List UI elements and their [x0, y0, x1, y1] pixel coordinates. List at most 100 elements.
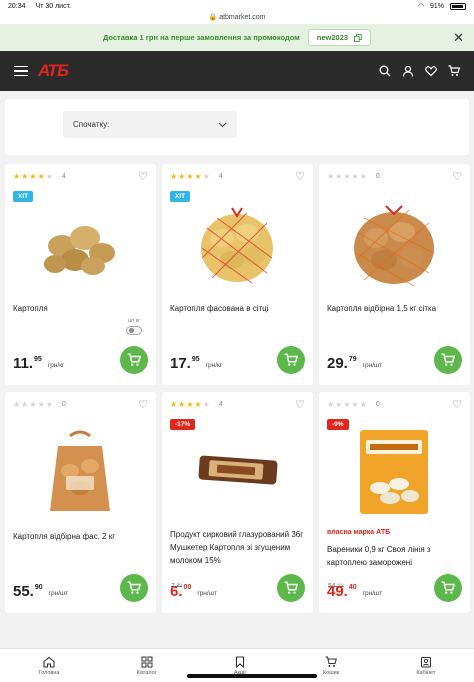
product-name[interactable]: Картопля відбірна фас. 2 кг	[13, 530, 148, 543]
cart-icon	[441, 353, 455, 366]
unit-switch[interactable]	[126, 326, 142, 335]
menu-icon[interactable]	[14, 65, 28, 77]
price-unit: грн/шт	[362, 362, 383, 369]
nav-cart[interactable]: Кошик	[323, 655, 340, 676]
cart-icon	[441, 581, 455, 594]
user-icon[interactable]	[402, 65, 414, 77]
heart-icon[interactable]: ♡	[138, 398, 148, 411]
heart-icon[interactable]: ♡	[452, 398, 462, 411]
search-icon[interactable]	[379, 65, 391, 77]
heart-icon[interactable]: ♡	[138, 170, 148, 183]
site-header: АТБ	[0, 51, 474, 91]
add-to-cart-button[interactable]	[277, 346, 305, 374]
price: 6. 00 грн/шт	[170, 583, 217, 600]
promo-text: Доставка 1 грн на перше замовлення за пр…	[102, 33, 300, 42]
product-grid: ★ ★ ★ ★ ★ 4 ♡ ХІТ Картопля шт кг 11. 95 грн/…	[5, 164, 470, 613]
price-main: 11.	[13, 355, 34, 372]
unit-toggle-right: кг	[135, 318, 140, 324]
home-icon	[43, 656, 55, 668]
product-card[interactable]: ★ ★ ★ ★ ★ 4 ♡ ХІТ Картопля шт кг 11. 95 грн/…	[5, 164, 156, 385]
heart-icon[interactable]: ♡	[295, 170, 305, 183]
price-unit: грн/кг	[205, 362, 223, 369]
nav-label: Кабінет	[416, 669, 436, 676]
price-cents: 40	[348, 584, 357, 591]
rating-stars: ★ ★ ★ ★ ★ 4	[13, 172, 66, 181]
cart-icon	[127, 581, 141, 594]
product-image[interactable]	[30, 426, 130, 516]
add-to-cart-button[interactable]	[120, 346, 148, 374]
cart-icon	[284, 353, 298, 366]
price-cents: 95	[34, 356, 42, 363]
product-image[interactable]	[187, 198, 287, 288]
sort-dropdown[interactable]: Спочатку:	[63, 111, 237, 138]
promo-code-button[interactable]: new2023	[307, 29, 372, 46]
price-main: 17.	[170, 355, 191, 372]
product-card[interactable]: ★ ★ ★ ★ ★ 0 ♡ -9% власна марка АТБ Вареники …	[319, 392, 470, 613]
rating-stars: ★ ★ ★ ★ ★ 0	[327, 172, 380, 181]
price-main: 29.	[327, 355, 348, 372]
logo[interactable]: АТБ	[38, 61, 69, 81]
nav-label: Кошик	[323, 669, 340, 676]
promo-banner: Доставка 1 грн на перше замовлення за пр…	[0, 24, 474, 51]
close-icon[interactable]: ✕	[453, 30, 464, 46]
product-name[interactable]: Продукт сирковий глазурований 36г Мушкет…	[170, 528, 305, 567]
review-count: 4	[218, 173, 223, 180]
add-to-cart-button[interactable]	[434, 346, 462, 374]
price: 11. 95 грн/кг	[13, 355, 64, 372]
product-card[interactable]: ★ ★ ★ ★ ★ 4 ♡ ХІТ Картопля фасована в сітці …	[162, 164, 313, 385]
review-count: 0	[375, 401, 380, 408]
promo-code: new2023	[316, 33, 349, 42]
heart-icon[interactable]	[425, 65, 437, 77]
nav-catalog[interactable]: Каталог	[137, 656, 157, 676]
heart-icon[interactable]: ♡	[452, 170, 462, 183]
price-unit: грн/шт	[48, 590, 69, 597]
profile-icon	[420, 656, 431, 668]
price-main: 6.	[170, 583, 183, 600]
cart-icon[interactable]	[448, 65, 460, 77]
product-name[interactable]: Вареники 0,9 кг Своя лінія з картоплею з…	[327, 543, 462, 569]
bookmark-icon	[235, 655, 244, 668]
nav-home[interactable]: Головна	[38, 656, 60, 676]
review-count: 4	[61, 173, 66, 180]
rating-stars: ★ ★ ★ ★ ★ 0	[13, 400, 66, 409]
product-image[interactable]	[187, 426, 287, 516]
price-unit: грн/шт	[362, 590, 383, 597]
battery-percent: 91%	[429, 2, 444, 10]
review-count: 0	[61, 401, 66, 408]
product-card[interactable]: ★ ★ ★ ★ ★ 4 ♡ -17% Продукт сирковий глазуров…	[162, 392, 313, 613]
rating-stars: ★ ★ ★ ★ ★ 4	[170, 400, 223, 409]
price-main: 49.	[327, 583, 348, 600]
product-name[interactable]: Картопля фасована в сітці	[170, 302, 305, 315]
nav-promotions[interactable]: Акції	[234, 655, 246, 676]
heart-icon[interactable]: ♡	[295, 398, 305, 411]
sort-panel: Спочатку:	[5, 99, 469, 155]
product-name[interactable]: Картопля	[13, 302, 148, 315]
sort-label: Спочатку:	[73, 120, 110, 129]
price-cents: 00	[183, 584, 192, 591]
add-to-cart-button[interactable]	[434, 574, 462, 602]
cart-icon	[284, 581, 298, 594]
price-unit: грн/шт	[197, 590, 217, 597]
url-bar[interactable]: 🔒 atbmarket.com	[0, 12, 474, 24]
status-bar: 20:34 Чт 30 лист. ◠ 91%	[0, 0, 474, 12]
price: 29. 79 грн/шт	[327, 355, 382, 372]
nav-label: Головна	[38, 669, 60, 676]
add-to-cart-button[interactable]	[277, 574, 305, 602]
product-image[interactable]	[344, 426, 444, 516]
unit-toggle[interactable]: шт кг	[126, 318, 142, 335]
rating-stars: ★ ★ ★ ★ ★ 4	[170, 172, 223, 181]
price-cents: 90	[34, 584, 43, 591]
wifi-icon: ◠	[417, 3, 424, 10]
nav-profile[interactable]: Кабінет	[416, 656, 435, 676]
product-card[interactable]: ★ ★ ★ ★ ★ 0 ♡ Картопля відбірна фас. 2 кг 55…	[5, 392, 156, 613]
product-image[interactable]	[30, 198, 130, 288]
product-card[interactable]: ★ ★ ★ ★ ★ 0 ♡ Картопля відбірна 1,5 кг сітка…	[319, 164, 470, 385]
url-text: atbmarket.com	[219, 14, 266, 21]
product-name[interactable]: Картопля відбірна 1,5 кг сітка	[327, 302, 462, 315]
rating-stars: ★ ★ ★ ★ ★ 0	[327, 400, 380, 409]
review-count: 4	[218, 401, 223, 408]
add-to-cart-button[interactable]	[120, 574, 148, 602]
home-indicator	[187, 674, 317, 678]
battery-icon	[450, 2, 466, 10]
product-image[interactable]	[344, 198, 444, 288]
